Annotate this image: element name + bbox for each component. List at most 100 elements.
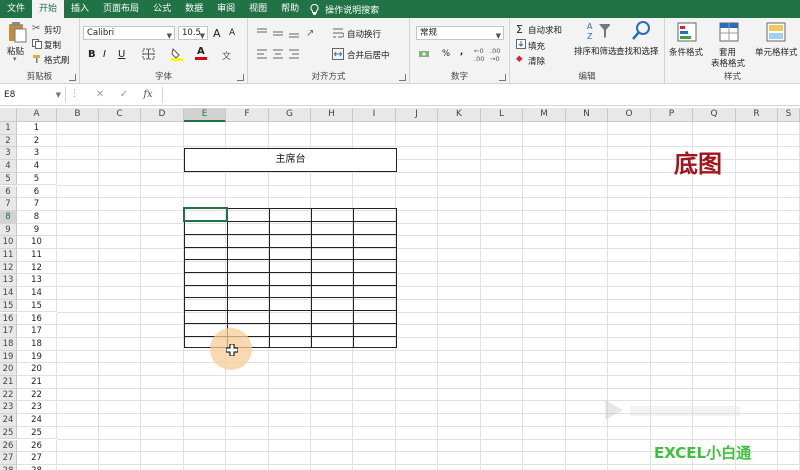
column-header[interactable]: S	[778, 108, 800, 122]
font-color-button[interactable]: A	[194, 46, 208, 60]
horizontal-align-icons[interactable]	[256, 48, 302, 60]
row-header[interactable]: 3	[0, 147, 17, 161]
column-header[interactable]: J	[396, 108, 438, 122]
cell-column-a[interactable]: 1	[17, 122, 57, 135]
formula-input[interactable]	[162, 87, 800, 103]
row-header[interactable]: 26	[0, 439, 17, 453]
row-header[interactable]: 20	[0, 363, 17, 376]
row-header[interactable]: 14	[0, 287, 17, 300]
insert-function-button[interactable]: fx	[140, 87, 156, 103]
row-header[interactable]: 22	[0, 388, 17, 402]
clipboard-launcher-icon[interactable]	[69, 74, 76, 81]
menu-tab[interactable]: 文件	[0, 0, 32, 18]
column-header[interactable]: C	[99, 108, 141, 122]
cell-column-a[interactable]: 19	[17, 350, 57, 364]
active-cell-e8[interactable]	[183, 207, 228, 222]
column-header[interactable]: B	[57, 108, 99, 122]
cell-column-a[interactable]: 8	[17, 210, 57, 224]
merge-center-button[interactable]: 合并后居中	[347, 49, 390, 61]
row-header[interactable]: 19	[0, 350, 17, 364]
cell-column-a[interactable]: 27	[17, 452, 57, 465]
column-header[interactable]: I	[353, 108, 396, 122]
currency-icon[interactable]	[418, 48, 430, 60]
menu-tab[interactable]: 开始	[32, 0, 65, 18]
autosum-button[interactable]: 自动求和	[528, 24, 562, 36]
cell-column-a[interactable]: 13	[17, 274, 57, 288]
cell-column-a[interactable]: 26	[17, 439, 57, 453]
cell-column-a[interactable]: 3	[17, 147, 57, 161]
column-header[interactable]: K	[438, 108, 481, 122]
cell-column-a[interactable]: 21	[17, 376, 57, 389]
decrease-decimal-icon[interactable]: .00 →0	[490, 47, 500, 63]
vertical-align-icons[interactable]	[256, 27, 302, 39]
border-icon[interactable]	[142, 48, 156, 60]
menu-tab[interactable]: 公式	[146, 0, 178, 18]
percent-button[interactable]: %	[442, 49, 450, 59]
cell-column-a[interactable]: 12	[17, 261, 57, 275]
cell-column-a[interactable]: 11	[17, 249, 57, 262]
menu-tab[interactable]: 视图	[242, 0, 274, 18]
seating-table[interactable]	[184, 208, 397, 348]
row-header[interactable]: 10	[0, 236, 17, 249]
column-header[interactable]: A	[17, 108, 57, 122]
cell-column-a[interactable]: 6	[17, 185, 57, 199]
column-header[interactable]: G	[269, 108, 311, 122]
column-header[interactable]: D	[141, 108, 184, 122]
column-header[interactable]: N	[566, 108, 608, 122]
enter-button[interactable]: ✓	[116, 87, 132, 103]
cut-button[interactable]: ✂ 剪切	[32, 23, 76, 36]
row-header[interactable]: 18	[0, 337, 17, 351]
column-header[interactable]: P	[651, 108, 693, 122]
clear-button[interactable]: 清除	[528, 55, 545, 67]
row-header[interactable]: 28	[0, 464, 17, 470]
cell-column-a[interactable]: 24	[17, 414, 57, 427]
copy-button[interactable]: 复制	[32, 38, 76, 51]
row-header[interactable]: 4	[0, 160, 17, 173]
cell-column-a[interactable]: 5	[17, 172, 57, 186]
row-header[interactable]: 25	[0, 426, 17, 440]
paste-button[interactable]: 粘贴 ▾	[4, 21, 30, 63]
increase-decimal-icon[interactable]: ←0.00	[474, 47, 484, 63]
number-launcher-icon[interactable]	[499, 74, 506, 81]
row-header[interactable]: 5	[0, 172, 17, 186]
row-header[interactable]: 17	[0, 325, 17, 338]
sort-filter-button[interactable]: AZ 排序和筛选	[574, 20, 622, 64]
menu-tab[interactable]: 数据	[178, 0, 210, 18]
row-header[interactable]: 27	[0, 452, 17, 465]
font-size-select[interactable]: 10.5 ▼	[178, 26, 208, 40]
font-shrink-button[interactable]: A	[229, 28, 235, 38]
orientation-icon[interactable]: ↗	[306, 28, 314, 39]
column-header[interactable]: Q	[693, 108, 736, 122]
row-header[interactable]: 8	[0, 210, 17, 224]
row-header[interactable]: 2	[0, 134, 17, 148]
comma-button[interactable]: ,	[460, 47, 463, 57]
select-all-corner[interactable]	[0, 108, 17, 122]
cell-column-a[interactable]: 25	[17, 426, 57, 440]
row-header[interactable]: 12	[0, 261, 17, 275]
find-select-button[interactable]: 查找和选择	[616, 20, 664, 64]
cell-column-a[interactable]: 16	[17, 312, 57, 326]
format-painter-button[interactable]: 格式刷	[32, 53, 76, 66]
alignment-launcher-icon[interactable]	[399, 74, 406, 81]
cell-column-a[interactable]: 2	[17, 134, 57, 148]
stage-merged-cell[interactable]: 主席台	[184, 148, 397, 172]
row-header[interactable]: 21	[0, 376, 17, 389]
italic-button[interactable]: I	[103, 49, 106, 60]
menu-tab[interactable]: 审阅	[210, 0, 242, 18]
menu-tab[interactable]: 帮助	[274, 0, 306, 18]
cell-column-a[interactable]: 22	[17, 388, 57, 402]
row-header[interactable]: 16	[0, 312, 17, 326]
cell-column-a[interactable]: 18	[17, 337, 57, 351]
column-header[interactable]: E	[184, 108, 226, 122]
row-header[interactable]: 13	[0, 274, 17, 288]
cancel-button[interactable]: ✕	[92, 87, 108, 103]
fill-button[interactable]: 填充	[528, 40, 545, 52]
row-header[interactable]: 24	[0, 414, 17, 427]
row-header[interactable]: 11	[0, 249, 17, 262]
cell-column-a[interactable]: 10	[17, 236, 57, 249]
name-box[interactable]: E8 ▼	[0, 87, 66, 103]
column-header[interactable]: F	[226, 108, 269, 122]
number-format-select[interactable]: 常规 ▼	[416, 26, 504, 40]
row-header[interactable]: 23	[0, 401, 17, 415]
column-header[interactable]: O	[608, 108, 651, 122]
